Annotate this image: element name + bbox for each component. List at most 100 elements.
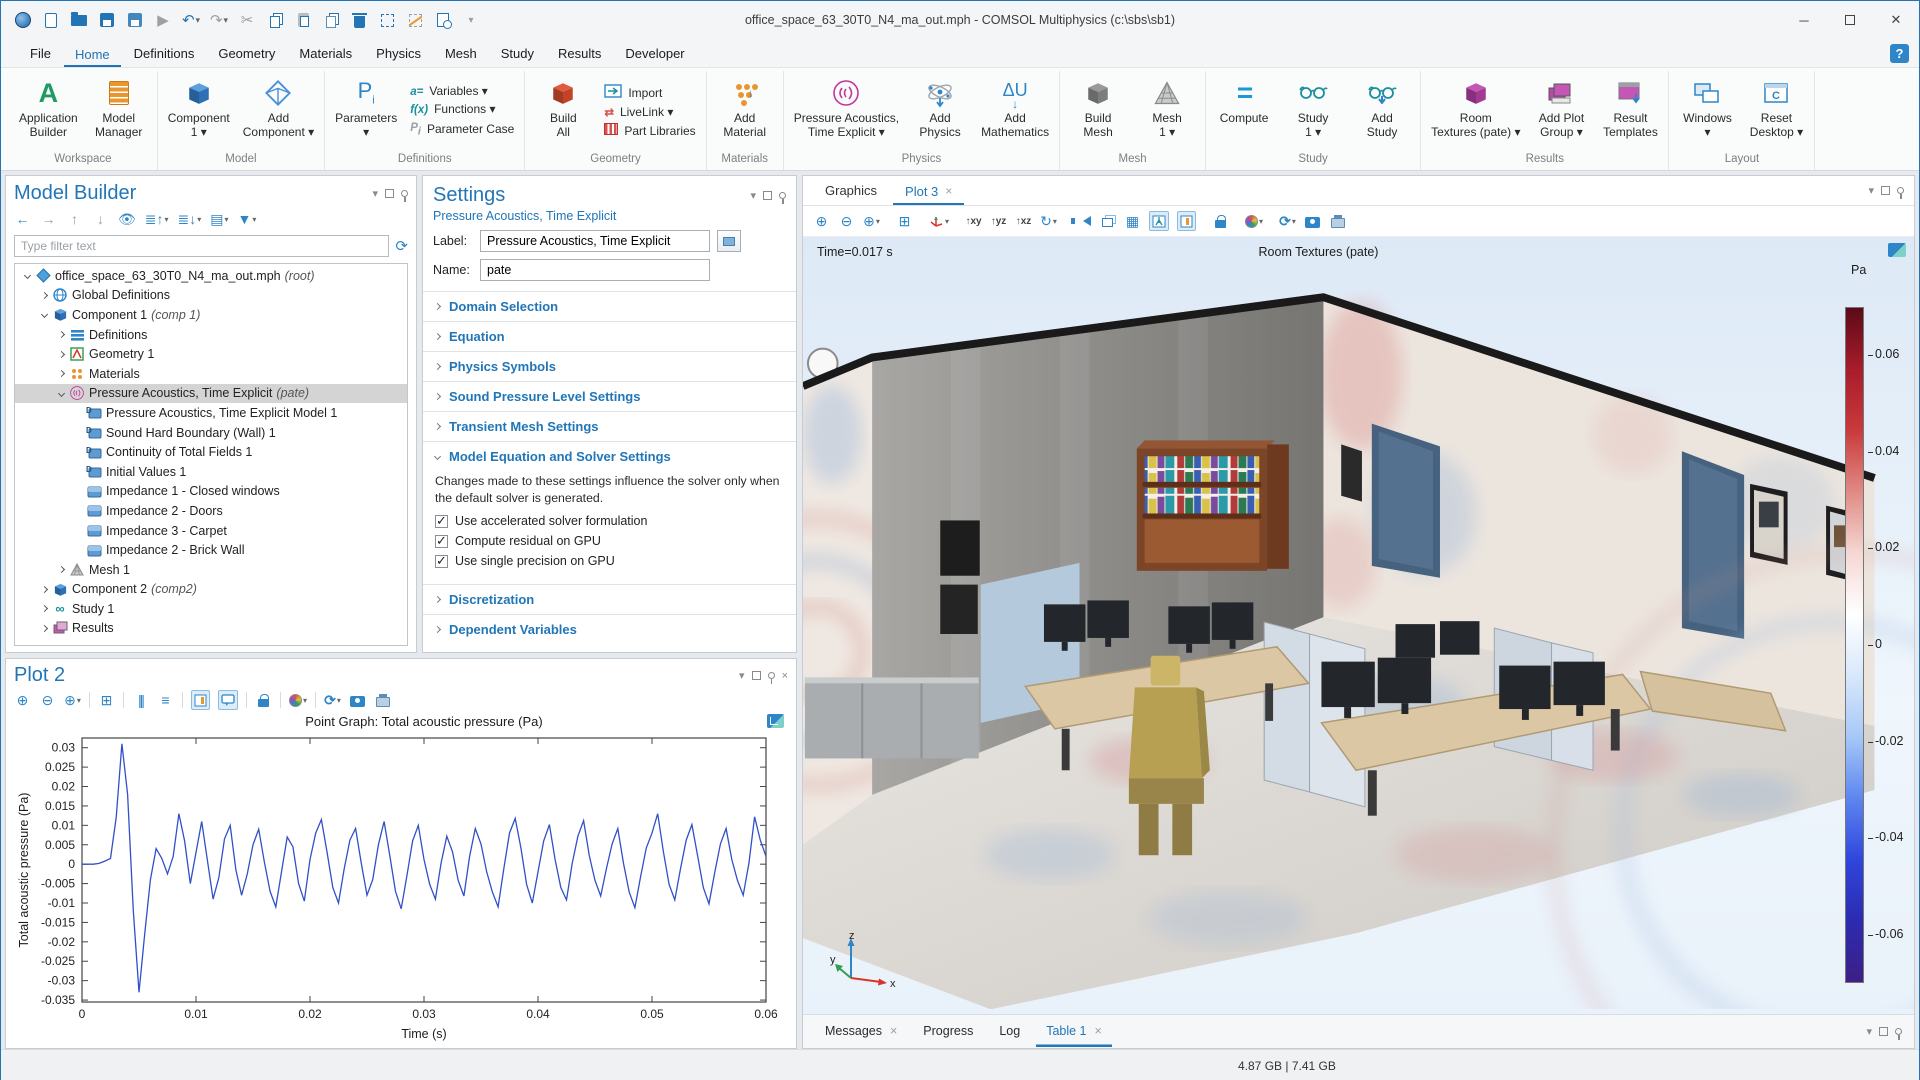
expander-icon[interactable]	[55, 370, 68, 378]
update-icon[interactable]: ⟳ ▾	[324, 690, 341, 710]
tree-node-office-space-63-30t0-n4-ma-out-mph[interactable]: office_space_63_30T0_N4_ma_out.mph (root)	[15, 266, 407, 286]
run-icon[interactable]: ▶	[149, 6, 177, 34]
expander-icon[interactable]	[21, 272, 34, 280]
image-settings-icon[interactable]: ▾	[1245, 211, 1263, 231]
close-button[interactable]: ✕	[1873, 1, 1919, 39]
ribbon-results-resultbutton[interactable]: Result Templates	[1597, 71, 1663, 151]
view-xy-icon[interactable]: ↑xy	[965, 211, 982, 231]
open-file-icon[interactable]	[65, 6, 93, 34]
ribbon-physics-pressure-acoustics-button[interactable]: Pressure Acoustics, Time Explicit ▾	[789, 71, 904, 151]
view-yz-icon[interactable]: ↑yz	[990, 211, 1007, 231]
tree-node-global-definitions[interactable]: Global Definitions	[15, 286, 407, 306]
legend-icon[interactable]	[191, 690, 210, 710]
view-xz-icon[interactable]: ↑xz	[1015, 211, 1032, 231]
image-settings-icon[interactable]: ▾	[289, 690, 307, 710]
menu-developer[interactable]: Developer	[614, 42, 695, 67]
print-icon[interactable]	[374, 690, 391, 710]
graphics-canvas[interactable]: Time=0.017 s Room Textures (pate) Pa 0.0…	[803, 237, 1914, 1014]
update-icon[interactable]: ⟳ ▾	[1279, 211, 1296, 231]
ribbon-study-computebutton[interactable]: = Compute	[1211, 71, 1277, 151]
ribbon-mesh-meshbutton[interactable]: Mesh 1 ▾	[1134, 71, 1200, 151]
expander-icon[interactable]	[38, 605, 51, 613]
move-up-icon[interactable]: ↑	[66, 209, 83, 229]
ribbon-layout-resetbutton[interactable]: C Reset Desktop ▾	[1743, 71, 1809, 151]
panel-controls[interactable]: ▾ ×	[739, 669, 788, 684]
model-tree-nodes-icon[interactable]: ▤ ▾	[210, 209, 228, 229]
save-icon[interactable]	[93, 6, 121, 34]
section-header[interactable]: Discretization	[423, 585, 796, 614]
menu-mesh[interactable]: Mesh	[434, 42, 488, 67]
redo-icon[interactable]: ↷ ▾	[205, 6, 233, 34]
ribbon-physics-addbutton[interactable]: ΔU ↓ Add Mathematics	[976, 71, 1054, 151]
checkbox-use-single-precision-on-gpu[interactable]: Use single precision on GPU	[435, 553, 784, 569]
undo-icon[interactable]: ↶ ▾	[177, 6, 205, 34]
ribbon-layout-windowsbutton[interactable]: Windows ▾	[1674, 71, 1740, 151]
menu-study[interactable]: Study	[490, 42, 545, 67]
ribbon-study-studybutton[interactable]: Study 1 ▾	[1280, 71, 1346, 151]
customize-toolbar-icon[interactable]: ▾	[457, 6, 485, 34]
paste-icon[interactable]	[289, 6, 317, 34]
close-tab-icon[interactable]: ×	[890, 1024, 897, 1038]
panel-controls[interactable]: ▾	[372, 187, 408, 202]
bottom-tab-messages[interactable]: Messages ×	[815, 1016, 907, 1047]
show-icon[interactable]: 👁	[118, 209, 136, 229]
tree-node-component-2[interactable]: Component 2 (comp2)	[15, 580, 407, 600]
expander-icon[interactable]	[38, 311, 51, 319]
find-icon[interactable]	[429, 6, 457, 34]
panel-controls[interactable]: ▾	[1868, 184, 1904, 205]
tree-node-study-1[interactable]: ∞ Study 1	[15, 599, 407, 619]
menu-definitions[interactable]: Definitions	[123, 42, 206, 67]
ribbon-physics-addbutton[interactable]: Add Physics	[907, 71, 973, 151]
expander-icon[interactable]	[55, 331, 68, 339]
bottom-tab-progress[interactable]: Progress	[913, 1016, 983, 1047]
ribbon-definitions-parametersbutton[interactable]: Pi Parameters ▾	[330, 71, 402, 151]
select-box-icon[interactable]	[373, 6, 401, 34]
delete-icon[interactable]	[345, 6, 373, 34]
checkbox-compute-residual-on-gpu[interactable]: Compute residual on GPU	[435, 533, 784, 549]
ribbon-variables-button[interactable]: a= Variables ▾	[410, 84, 514, 98]
tree-filter-input[interactable]	[14, 235, 390, 257]
tree-node-continuity-of-total-fields-1[interactable]: D Continuity of Total Fields 1	[15, 442, 407, 462]
collapse-tree-icon[interactable]: ≣↓ ▾	[178, 209, 202, 229]
help-button[interactable]: ?	[1890, 44, 1909, 63]
ribbon-part-librariesbutton[interactable]: Part Libraries	[604, 123, 696, 138]
rename-button[interactable]	[717, 230, 741, 252]
tree-node-sound-hard-boundary-wall-1[interactable]: D Sound Hard Boundary (Wall) 1	[15, 423, 407, 443]
tab-plot-3[interactable]: Plot 3 ×	[893, 179, 965, 205]
expander-icon[interactable]	[55, 566, 68, 574]
tree-node-materials[interactable]: Materials	[15, 364, 407, 384]
refresh-icon[interactable]: ⟳	[395, 237, 408, 255]
ribbon-model-componentbutton[interactable]: Component 1 ▾	[163, 71, 235, 151]
orientation-icon[interactable]: ▾	[929, 211, 949, 231]
ribbon-geometry-buildbutton[interactable]: Build All	[530, 71, 596, 151]
panel-controls[interactable]: ▾	[750, 189, 786, 204]
fit-icon[interactable]: ⊞	[896, 211, 913, 231]
menu-home[interactable]: Home	[63, 43, 121, 67]
filter-funnel-icon[interactable]: ▼ ▾	[238, 209, 257, 229]
fit-icon[interactable]: ⊞	[98, 690, 115, 710]
snapshot-icon[interactable]	[349, 690, 366, 710]
clear-selection-icon[interactable]	[401, 6, 429, 34]
ribbon-results-roombutton[interactable]: Room Textures (pate) ▾	[1426, 71, 1525, 151]
menu-materials[interactable]: Materials	[288, 42, 363, 67]
tree-node-definitions[interactable]: Definitions	[15, 325, 407, 345]
tree-node-impedance-2-brick-wall[interactable]: Impedance 2 - Brick Wall	[15, 540, 407, 560]
section-header[interactable]: Physics Symbols	[423, 352, 796, 381]
ribbon-study-addbutton[interactable]: Add Study	[1349, 71, 1415, 151]
tree-node-pressure-acoustics-time-explicit[interactable]: Pressure Acoustics, Time Explicit (pate)	[15, 383, 407, 404]
ribbon-livelink-button[interactable]: ⇄ LiveLink ▾	[604, 105, 695, 119]
expander-icon[interactable]	[38, 624, 51, 633]
section-header[interactable]: Sound Pressure Level Settings	[423, 382, 796, 411]
lock-icon[interactable]	[1212, 211, 1229, 231]
checkbox-use-accelerated-solver-formulation[interactable]: Use accelerated solver formulation	[435, 513, 784, 529]
menu-physics[interactable]: Physics	[365, 42, 432, 67]
menu-results[interactable]: Results	[547, 42, 612, 67]
tree-node-pressure-acoustics-time-explicit-model-1[interactable]: D Pressure Acoustics, Time Explicit Model…	[15, 403, 407, 423]
section-header[interactable]: Model Equation and Solver Settings	[423, 442, 796, 471]
move-down-icon[interactable]: ↓	[92, 209, 109, 229]
tree-node-impedance-3-carpet[interactable]: Impedance 3 - Carpet	[15, 521, 407, 541]
name-input[interactable]	[480, 259, 710, 281]
lock-icon[interactable]	[255, 690, 272, 710]
default-view-icon[interactable]	[1149, 211, 1170, 231]
section-header[interactable]: Transient Mesh Settings	[423, 412, 796, 441]
